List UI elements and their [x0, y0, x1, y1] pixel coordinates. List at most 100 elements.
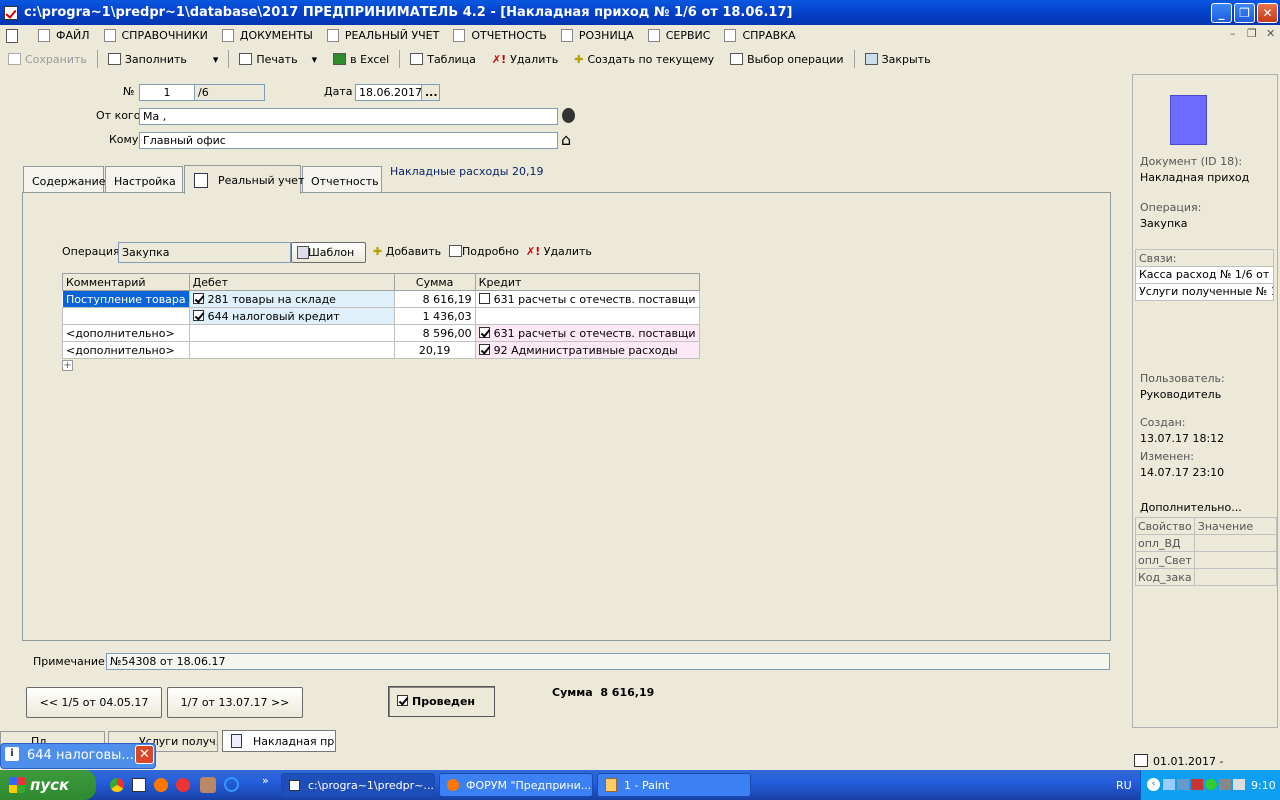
property-value[interactable]	[1193, 534, 1278, 552]
credit-checkbox[interactable]	[478, 343, 490, 355]
menu-help[interactable]: СПРАВКА	[724, 29, 795, 42]
notification-balloon[interactable]: 644 налоговы...	[0, 743, 156, 769]
credit-checkbox[interactable]	[478, 292, 490, 304]
house-icon[interactable]: ⌂	[561, 130, 571, 149]
cell-credit[interactable]: 631 расчеты с отечеств. поставщи	[474, 324, 700, 342]
note-input[interactable]: №54308 от 18.06.17	[106, 653, 1110, 670]
maximize-button[interactable]: ❐	[1234, 3, 1255, 23]
save-button[interactable]: Сохранить	[0, 53, 95, 66]
select-operation-button[interactable]: Выбор операции	[722, 53, 851, 66]
cell-comment[interactable]: <дополнительно>	[62, 324, 190, 342]
add-row-button[interactable]: ✚ Добавить	[373, 245, 441, 258]
cell-comment[interactable]	[62, 307, 190, 325]
cell-sum[interactable]: 1 436,03	[393, 307, 476, 325]
delete-button[interactable]: ✗! Удалить	[484, 53, 566, 66]
internet-explorer-icon[interactable]	[224, 777, 239, 792]
posted-checkbox[interactable]	[397, 695, 408, 706]
close-icon[interactable]: ✕	[135, 745, 154, 764]
gmail-icon[interactable]	[132, 778, 146, 792]
taskbar-task-paint[interactable]: 1 - Paint	[597, 773, 751, 797]
taskbar-task-forum[interactable]: ФОРУМ "Предприни...	[439, 773, 593, 797]
opera-icon[interactable]	[176, 778, 190, 792]
date-picker-button[interactable]: ...	[421, 84, 440, 101]
cell-debit[interactable]	[188, 324, 395, 342]
safely-remove-icon[interactable]	[1233, 779, 1245, 790]
menu-retail[interactable]: РОЗНИЦА	[560, 29, 634, 42]
clock[interactable]: 9:10	[1251, 779, 1276, 792]
link-item[interactable]: Касса расход № 1/6 от 1	[1135, 267, 1274, 284]
menu-file[interactable]: ФАЙЛ	[38, 29, 90, 42]
add-table-row-button[interactable]: +	[62, 360, 73, 371]
link-item[interactable]: Услуги полученные № 1/	[1135, 284, 1274, 301]
monitor-icon[interactable]	[1177, 779, 1189, 790]
tab-settings[interactable]: Настройка	[105, 166, 183, 193]
cell-credit[interactable]	[474, 307, 700, 325]
print-button[interactable]: Печать ▾	[231, 53, 325, 66]
cell-credit[interactable]: 631 расчеты с отечеств. поставщи	[474, 290, 700, 308]
column-header-debit[interactable]: Дебет	[188, 273, 395, 291]
menu-real-accounting[interactable]: РЕАЛЬНЫЙ УЧЕТ	[326, 29, 439, 42]
contact-lookup-icon[interactable]	[562, 108, 575, 123]
column-header-sum[interactable]: Сумма	[393, 273, 476, 291]
operation-input[interactable]: Закупка	[118, 242, 291, 263]
network-icon[interactable]	[1163, 779, 1175, 790]
close-button[interactable]: Закрыть	[857, 53, 939, 66]
firefox-icon[interactable]	[154, 778, 168, 792]
cell-debit[interactable]: 644 налоговый кредит	[188, 307, 395, 325]
cell-debit[interactable]: 281 товары на складе	[188, 290, 395, 308]
table-row[interactable]: Поступление товара 281 товары на складе …	[62, 290, 700, 308]
taskbar-task-predprinimatel[interactable]: c:\progra~1\predpr~...	[281, 773, 435, 797]
details-button[interactable]: Подробно	[449, 245, 519, 258]
property-value[interactable]	[1193, 551, 1278, 569]
tab-contents[interactable]: Содержание	[23, 166, 106, 193]
create-from-current-button[interactable]: ✚ Создать по текущему	[566, 53, 722, 66]
credit-checkbox[interactable]	[478, 326, 490, 338]
antivirus-icon[interactable]	[1191, 779, 1203, 790]
cell-credit[interactable]: 92 Административные расходы	[474, 341, 700, 359]
mdi-close-button[interactable]: ✕	[1266, 27, 1275, 40]
chevron-down-icon[interactable]: ▾	[213, 53, 219, 66]
debit-checkbox[interactable]	[192, 309, 204, 321]
expand-tray-icon[interactable]: ‹	[1147, 778, 1160, 791]
from-input[interactable]: Ма ,	[139, 108, 558, 125]
table-row[interactable]: <дополнительно> 20,19 92 Административны…	[62, 341, 700, 359]
menu-documents[interactable]: ДОКУМЕНТЫ	[221, 29, 313, 42]
next-document-button[interactable]: 1/7 от 13.07.17 >>	[167, 687, 303, 718]
chevron-down-icon[interactable]: ▾	[312, 53, 318, 66]
volume-icon[interactable]	[1219, 779, 1231, 790]
cell-debit[interactable]	[188, 341, 395, 359]
quick-launch-more-icon[interactable]: »	[262, 774, 269, 787]
skype-icon[interactable]	[1205, 779, 1217, 790]
table-button[interactable]: Таблица	[402, 53, 484, 66]
column-header-credit[interactable]: Кредит	[474, 273, 700, 291]
column-header-comment[interactable]: Комментарий	[62, 273, 190, 291]
cell-comment[interactable]: Поступление товара	[62, 290, 190, 308]
cell-sum[interactable]: 8 616,19	[393, 290, 476, 308]
menu-reports[interactable]: ОТЧЕТНОСТЬ	[453, 29, 547, 42]
posted-toggle[interactable]: Проведен	[388, 686, 495, 717]
template-button[interactable]: Шаблон	[291, 242, 366, 263]
close-window-button[interactable]: ✕	[1257, 3, 1278, 23]
mdi-restore-button[interactable]: ❐	[1247, 27, 1257, 40]
fill-button[interactable]: Заполнить ▾	[100, 53, 227, 66]
mdi-minimize-button[interactable]: –	[1230, 27, 1236, 40]
debit-checkbox[interactable]	[192, 292, 204, 304]
table-row[interactable]: 644 налоговый кредит 1 436,03	[62, 307, 700, 325]
tab-reporting[interactable]: Отчетность	[302, 166, 382, 193]
previous-document-button[interactable]: << 1/5 от 04.05.17	[26, 687, 162, 718]
additional-link[interactable]: Дополнительно...	[1140, 501, 1242, 514]
number-input[interactable]: 1	[139, 84, 195, 101]
property-value[interactable]	[1193, 568, 1278, 586]
menu-references[interactable]: СПРАВОЧНИКИ	[103, 29, 208, 42]
language-indicator[interactable]: RU	[1116, 779, 1132, 792]
minimize-button[interactable]: _	[1211, 3, 1232, 23]
table-row[interactable]: <дополнительно> 8 596,00 631 расчеты с о…	[62, 324, 700, 342]
menu-service[interactable]: СЕРВИС	[647, 29, 710, 42]
cell-sum[interactable]: 8 596,00	[393, 324, 476, 342]
calendar-icon[interactable]	[1134, 754, 1148, 767]
delete-row-button[interactable]: ✗! Удалить	[526, 245, 592, 258]
chrome-icon[interactable]	[110, 778, 124, 792]
cell-sum[interactable]: 20,19	[393, 341, 476, 359]
excel-button[interactable]: в Excel	[325, 53, 397, 66]
date-input[interactable]: 18.06.2017	[355, 84, 422, 101]
